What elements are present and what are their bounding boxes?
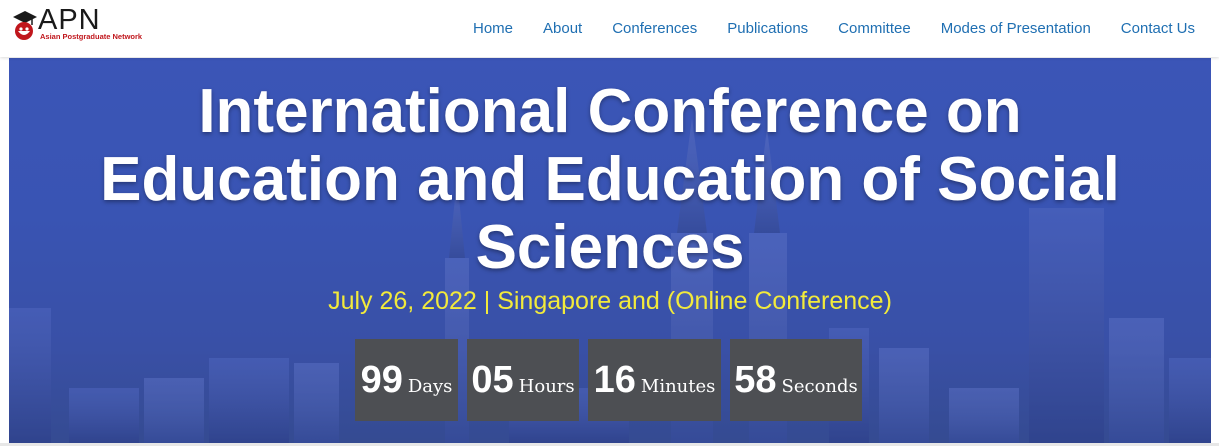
nav-conferences[interactable]: Conferences xyxy=(612,20,697,37)
nav-publications[interactable]: Publications xyxy=(727,20,808,37)
countdown-hours-label: Hours xyxy=(518,375,575,397)
countdown-days-value: 99 xyxy=(360,358,403,401)
countdown-minutes-label: Minutes xyxy=(640,375,716,397)
conference-date-location: July 26, 2022 | Singapore and (Online Co… xyxy=(328,287,892,315)
countdown-seconds: 58 Seconds xyxy=(730,339,862,421)
countdown-seconds-label: Seconds xyxy=(781,375,858,397)
logo-tagline: Asian Postgraduate Network xyxy=(40,32,143,41)
nav-home[interactable]: Home xyxy=(473,20,513,37)
nav-modes-of-presentation[interactable]: Modes of Presentation xyxy=(941,20,1091,37)
hero-banner: International Conference on Education an… xyxy=(9,58,1211,443)
countdown-hours: 05 Hours xyxy=(467,339,579,421)
site-header: APN Asian Postgraduate Network Home Abou… xyxy=(0,0,1219,57)
nav-committee[interactable]: Committee xyxy=(838,20,911,37)
countdown-hours-value: 05 xyxy=(471,358,514,401)
nav-contact-us[interactable]: Contact Us xyxy=(1121,20,1195,37)
nav-about[interactable]: About xyxy=(543,20,582,37)
main-nav: Home About Conferences Publications Comm… xyxy=(443,0,1195,57)
countdown-days: 99 Days xyxy=(355,339,458,421)
countdown-days-label: Days xyxy=(407,375,453,397)
countdown-minutes: 16 Minutes xyxy=(588,339,721,421)
countdown-timer: 99 Days 05 Hours 16 Minutes 58 Seconds xyxy=(9,339,1211,421)
graduate-cap-logo-icon xyxy=(13,11,37,40)
countdown-seconds-value: 58 xyxy=(734,358,777,401)
apn-logo[interactable]: APN Asian Postgraduate Network xyxy=(10,4,150,45)
countdown-minutes-value: 16 xyxy=(593,358,636,401)
conference-title: International Conference on Education an… xyxy=(100,77,1120,282)
